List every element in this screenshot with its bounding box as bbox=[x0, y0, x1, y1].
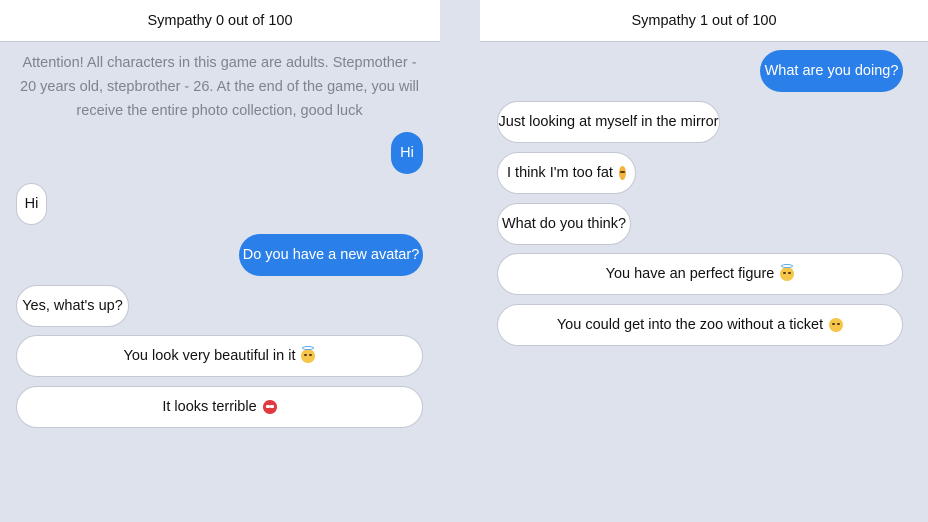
message-incoming: Yes, what's up? bbox=[16, 285, 129, 327]
message-incoming: What do you think? bbox=[497, 203, 631, 245]
message-outgoing: What are you doing? bbox=[760, 50, 903, 92]
reply-choice-terrible[interactable]: It looks terrible bbox=[16, 386, 423, 428]
sympathy-header: Sympathy 0 out of 100 bbox=[0, 0, 440, 42]
game-screen: Sympathy 0 out of 100 Attention! All cha… bbox=[0, 0, 928, 522]
message-outgoing: Hi bbox=[391, 132, 423, 174]
choice-label: You look very beautiful in it bbox=[123, 348, 296, 364]
disappointed-face-icon bbox=[618, 166, 626, 180]
reply-choice-perfect-figure[interactable]: You have an perfect figure bbox=[497, 253, 903, 295]
message-outgoing: Do you have a new avatar? bbox=[239, 234, 423, 276]
reply-choice-zoo[interactable]: You could get into the zoo without a tic… bbox=[497, 304, 903, 346]
choice-label: You could get into the zoo without a tic… bbox=[556, 317, 824, 333]
message-text: I think I'm too fat bbox=[507, 165, 613, 181]
laughing-face-icon bbox=[829, 318, 844, 332]
angry-face-icon bbox=[262, 400, 277, 414]
sympathy-header: Sympathy 1 out of 100 bbox=[480, 0, 928, 42]
message-incoming: I think I'm too fat bbox=[497, 152, 636, 194]
choice-label: You have an perfect figure bbox=[605, 266, 775, 282]
adult-notice: Attention! All characters in this game a… bbox=[20, 55, 419, 119]
chat-panel-right: Sympathy 1 out of 100 What are you doing… bbox=[480, 0, 928, 522]
message-incoming: Just looking at myself in the mirror bbox=[497, 101, 720, 143]
smiling-face-with-halo-icon bbox=[301, 346, 316, 363]
reply-choice-beautiful[interactable]: You look very beautiful in it bbox=[16, 335, 423, 377]
choice-label: It looks terrible bbox=[162, 399, 257, 415]
chat-panel-left: Sympathy 0 out of 100 Attention! All cha… bbox=[0, 0, 440, 522]
message-incoming: Hi bbox=[16, 183, 47, 225]
smiling-face-with-halo-icon bbox=[780, 264, 795, 281]
